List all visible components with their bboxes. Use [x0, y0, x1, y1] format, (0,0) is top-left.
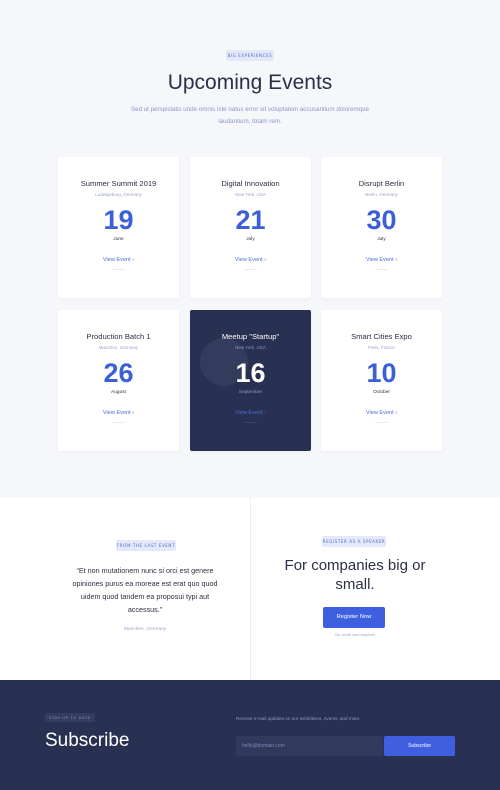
view-event-link[interactable]: View Event ›	[58, 257, 179, 263]
register-note: No credit card required	[335, 632, 375, 637]
event-title: Summer Summit 2019	[80, 179, 157, 188]
view-event-link[interactable]: View Event ›	[190, 410, 311, 416]
event-card: Summer Summit 2019 Ludwigsburg, Germany …	[58, 157, 179, 298]
event-month: September	[238, 390, 263, 395]
event-location: Paris, France	[368, 345, 395, 350]
event-title: Digital Innovation	[221, 179, 280, 188]
testimonial-badge: FROM THE LAST EVENT	[116, 540, 176, 551]
events-subtitle: Sed ut perspiciatis unde omnis iste natu…	[131, 106, 369, 125]
event-card: Production Batch 1 Munchen, Germany 26 A…	[58, 310, 179, 451]
event-day: 26	[103, 358, 134, 388]
event-card: Disrupt Berlin Berlin, Germany 30 July V…	[321, 157, 442, 298]
event-location: New York, USA	[235, 192, 266, 197]
events-title: Upcoming Events	[167, 71, 333, 94]
email-input[interactable]	[236, 736, 383, 756]
event-day: 16	[235, 358, 266, 388]
event-location: New York, USA	[235, 345, 266, 350]
register-now-button[interactable]: Register Now	[323, 607, 385, 628]
divider	[244, 422, 257, 423]
event-card-featured: Meetup "Startup" New York, USA 16 Septem…	[190, 310, 311, 451]
testimonial-and-promo-section: FROM THE LAST EVENT “Et non mutationem n…	[0, 498, 500, 680]
divider	[244, 269, 257, 270]
event-location: Munchen, Germany	[98, 345, 139, 350]
testimonial-source: Munchen, Germany	[123, 627, 167, 632]
event-month: July	[246, 237, 255, 242]
subscribe-button[interactable]: Subscribe	[384, 736, 455, 756]
event-day: 21	[235, 205, 266, 235]
event-month: June	[113, 237, 124, 242]
event-month: July	[377, 237, 386, 242]
divider	[112, 422, 125, 423]
subscribe-title: Subscribe	[45, 730, 130, 751]
subscribe-note: Receive e-mail updates on our exhibition…	[236, 716, 361, 721]
testimonial-quote: “Et non mutationem nunc si orci est gene…	[72, 566, 218, 614]
view-event-link[interactable]: View Event ›	[58, 410, 179, 416]
divider	[112, 269, 125, 270]
event-title: Meetup "Startup"	[221, 332, 280, 341]
event-card: Smart Cities Expo Paris, France 10 Octob…	[321, 310, 442, 451]
event-day: 30	[366, 205, 397, 235]
events-badge: BIG EXPERIENCES	[226, 50, 274, 61]
divider	[375, 269, 388, 270]
divider	[250, 498, 251, 680]
event-location: Berlin, Germany	[365, 192, 398, 197]
view-event-link[interactable]: View Event ›	[190, 257, 311, 263]
subscribe-footer: STAY UP TO DATE Subscribe Receive e-mail…	[0, 680, 500, 790]
event-month: August	[111, 390, 126, 395]
event-month: October	[372, 390, 391, 395]
event-day: 10	[366, 358, 397, 388]
divider	[375, 422, 388, 423]
event-title: Smart Cities Expo	[351, 332, 412, 341]
event-title: Disrupt Berlin	[358, 179, 405, 188]
events-section: BIG EXPERIENCES Upcoming Events Sed ut p…	[0, 0, 500, 498]
view-event-link[interactable]: View Event ›	[321, 257, 442, 263]
subscribe-badge: STAY UP TO DATE	[45, 713, 95, 722]
event-card: Digital Innovation New York, USA 21 July…	[190, 157, 311, 298]
event-day: 19	[103, 205, 134, 235]
event-location: Ludwigsburg, Germany	[95, 192, 142, 197]
event-title: Production Batch 1	[86, 332, 151, 341]
promo-title: For companies big or small.	[284, 557, 426, 593]
view-event-link[interactable]: View Event ›	[321, 410, 442, 416]
speaker-badge: REGISTER AS A SPEAKER	[322, 536, 386, 547]
